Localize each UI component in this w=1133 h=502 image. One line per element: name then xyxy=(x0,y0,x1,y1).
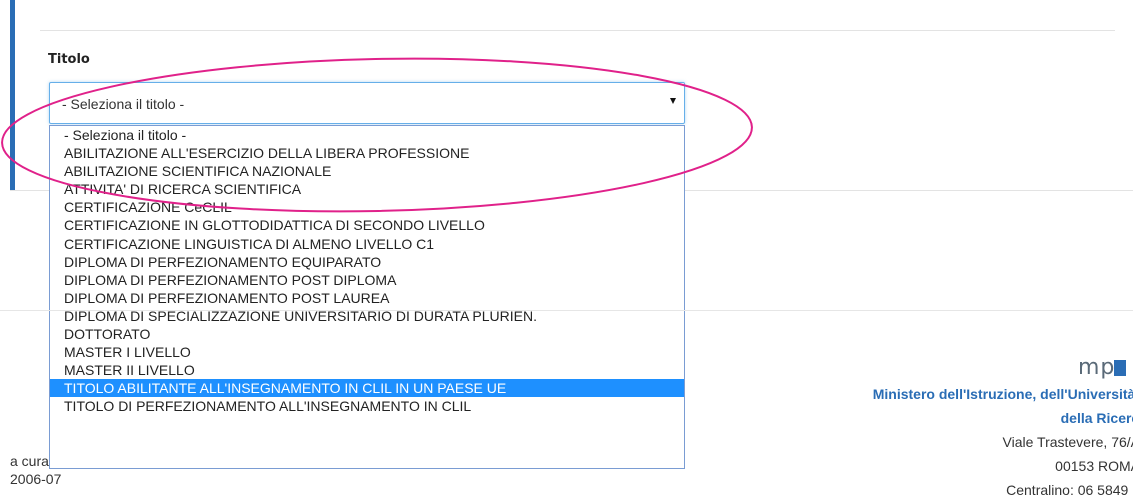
credit-year: 2006-07 xyxy=(10,471,62,487)
ministry-logo: mp xyxy=(1078,355,1127,380)
dropdown-option[interactable]: DIPLOMA DI PERFEZIONAMENTO POST DIPLOMA xyxy=(50,271,684,289)
footer-divider xyxy=(0,310,1133,311)
dropdown-option[interactable]: - Seleziona il titolo - xyxy=(50,126,684,144)
address-city: 00153 ROMA xyxy=(1055,458,1133,474)
titolo-select[interactable]: - Seleziona il titolo - xyxy=(49,82,685,124)
panel-accent-bar xyxy=(10,0,15,190)
dropdown-option[interactable]: MASTER I LIVELLO xyxy=(50,343,684,361)
ministry-name[interactable]: Ministero dell'Istruzione, dell'Universi… xyxy=(787,382,1133,430)
select-current-value: - Seleziona il titolo - xyxy=(62,96,185,112)
address-street: Viale Trastevere, 76/A xyxy=(1002,434,1133,450)
ministry-name-line2[interactable]: della Ricerca xyxy=(787,406,1133,430)
address-phone: Centralino: 06 5849 1 xyxy=(1006,482,1133,498)
dropdown-option[interactable]: TITOLO DI PERFEZIONAMENTO ALL'INSEGNAMEN… xyxy=(50,397,684,415)
logo-block-icon xyxy=(1114,360,1127,376)
dropdown-option[interactable]: ABILITAZIONE ALL'ESERCIZIO DELLA LIBERA … xyxy=(50,144,684,162)
dropdown-option[interactable]: TITOLO ABILITANTE ALL'INSEGNAMENTO IN CL… xyxy=(50,379,684,398)
dropdown-option[interactable]: DOTTORATO xyxy=(50,325,684,343)
dropdown-option[interactable]: CERTIFICAZIONE CeCLIL xyxy=(50,198,684,216)
dropdown-option[interactable]: DIPLOMA DI PERFEZIONAMENTO POST LAUREA xyxy=(50,289,684,307)
dropdown-option[interactable]: DIPLOMA DI PERFEZIONAMENTO EQUIPARATO xyxy=(50,253,684,271)
dropdown-option[interactable]: ABILITAZIONE SCIENTIFICA NAZIONALE xyxy=(50,162,684,180)
dropdown-option[interactable]: ATTIVITA' DI RICERCA SCIENTIFICA xyxy=(50,180,684,198)
credit-text: a cura xyxy=(10,453,49,469)
dropdown-option[interactable]: CERTIFICAZIONE LINGUISTICA DI ALMENO LIV… xyxy=(50,235,684,253)
dropdown-arrow-icon[interactable] xyxy=(670,98,676,104)
dropdown-option[interactable]: CERTIFICAZIONE IN GLOTTODIDATTICA DI SEC… xyxy=(50,216,684,234)
dropdown-option[interactable]: MASTER II LIVELLO xyxy=(50,361,684,379)
titolo-label: Titolo xyxy=(48,52,90,67)
divider xyxy=(40,30,1115,31)
titolo-options-list[interactable]: - Seleziona il titolo - ABILITAZIONE ALL'… xyxy=(49,125,685,469)
ministry-name-line1[interactable]: Ministero dell'Istruzione, dell'Universi… xyxy=(787,382,1133,406)
ministry-address: Viale Trastevere, 76/A 00153 ROMA Centra… xyxy=(900,430,1133,502)
